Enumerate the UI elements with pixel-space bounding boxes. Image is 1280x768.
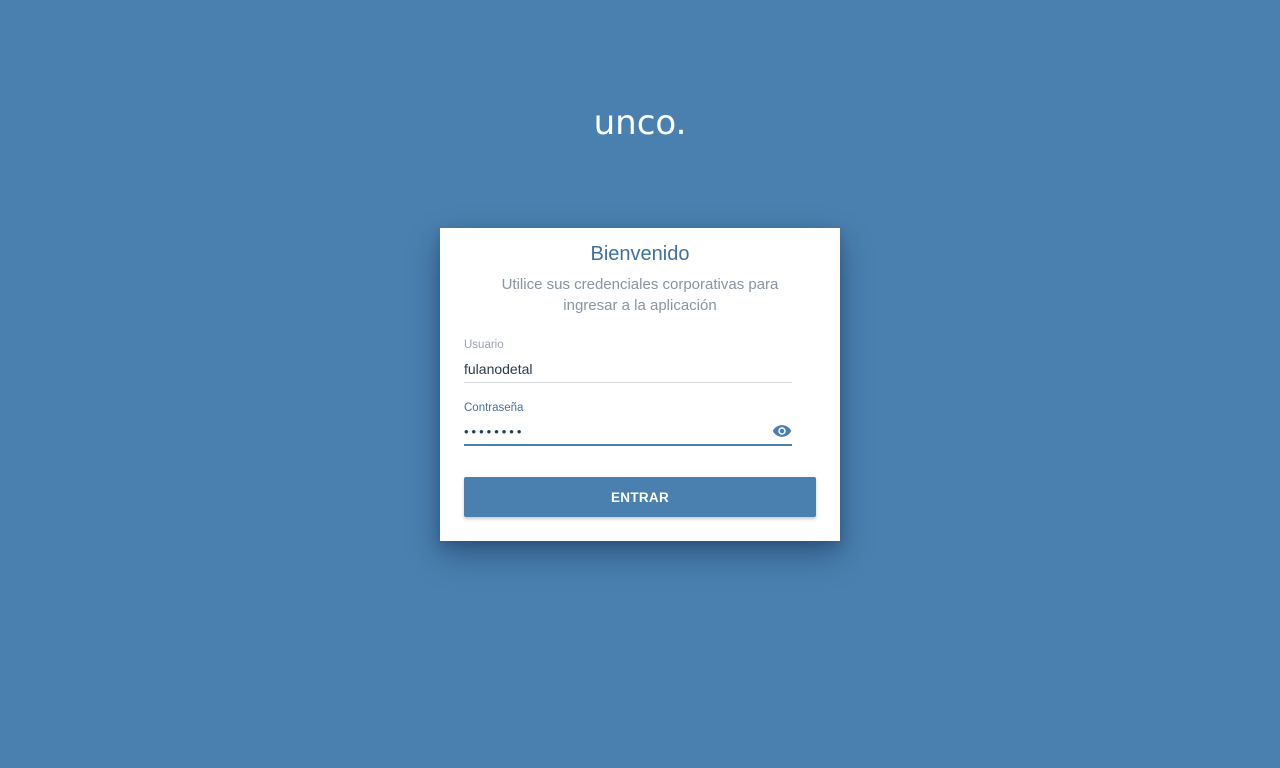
eye-icon[interactable] — [772, 421, 792, 441]
unco-logo: unco. — [594, 106, 687, 140]
password-field: Contraseña — [464, 401, 792, 446]
username-label: Usuario — [464, 339, 504, 351]
password-label: Contraseña — [464, 402, 524, 414]
login-card: Bienvenido Utilice sus credenciales corp… — [440, 228, 840, 541]
username-field: Usuario — [464, 338, 792, 383]
username-input[interactable] — [464, 355, 792, 383]
login-title: Bienvenido — [590, 243, 690, 265]
submit-button[interactable]: ENTRAR — [464, 477, 816, 517]
login-subtitle: Utilice sus credenciales corporativas pa… — [501, 276, 779, 314]
password-input[interactable] — [464, 418, 792, 446]
login-page: unco. Bienvenido Utilice sus credenciale… — [0, 0, 1280, 768]
svg-text:unco.: unco. — [594, 106, 687, 140]
